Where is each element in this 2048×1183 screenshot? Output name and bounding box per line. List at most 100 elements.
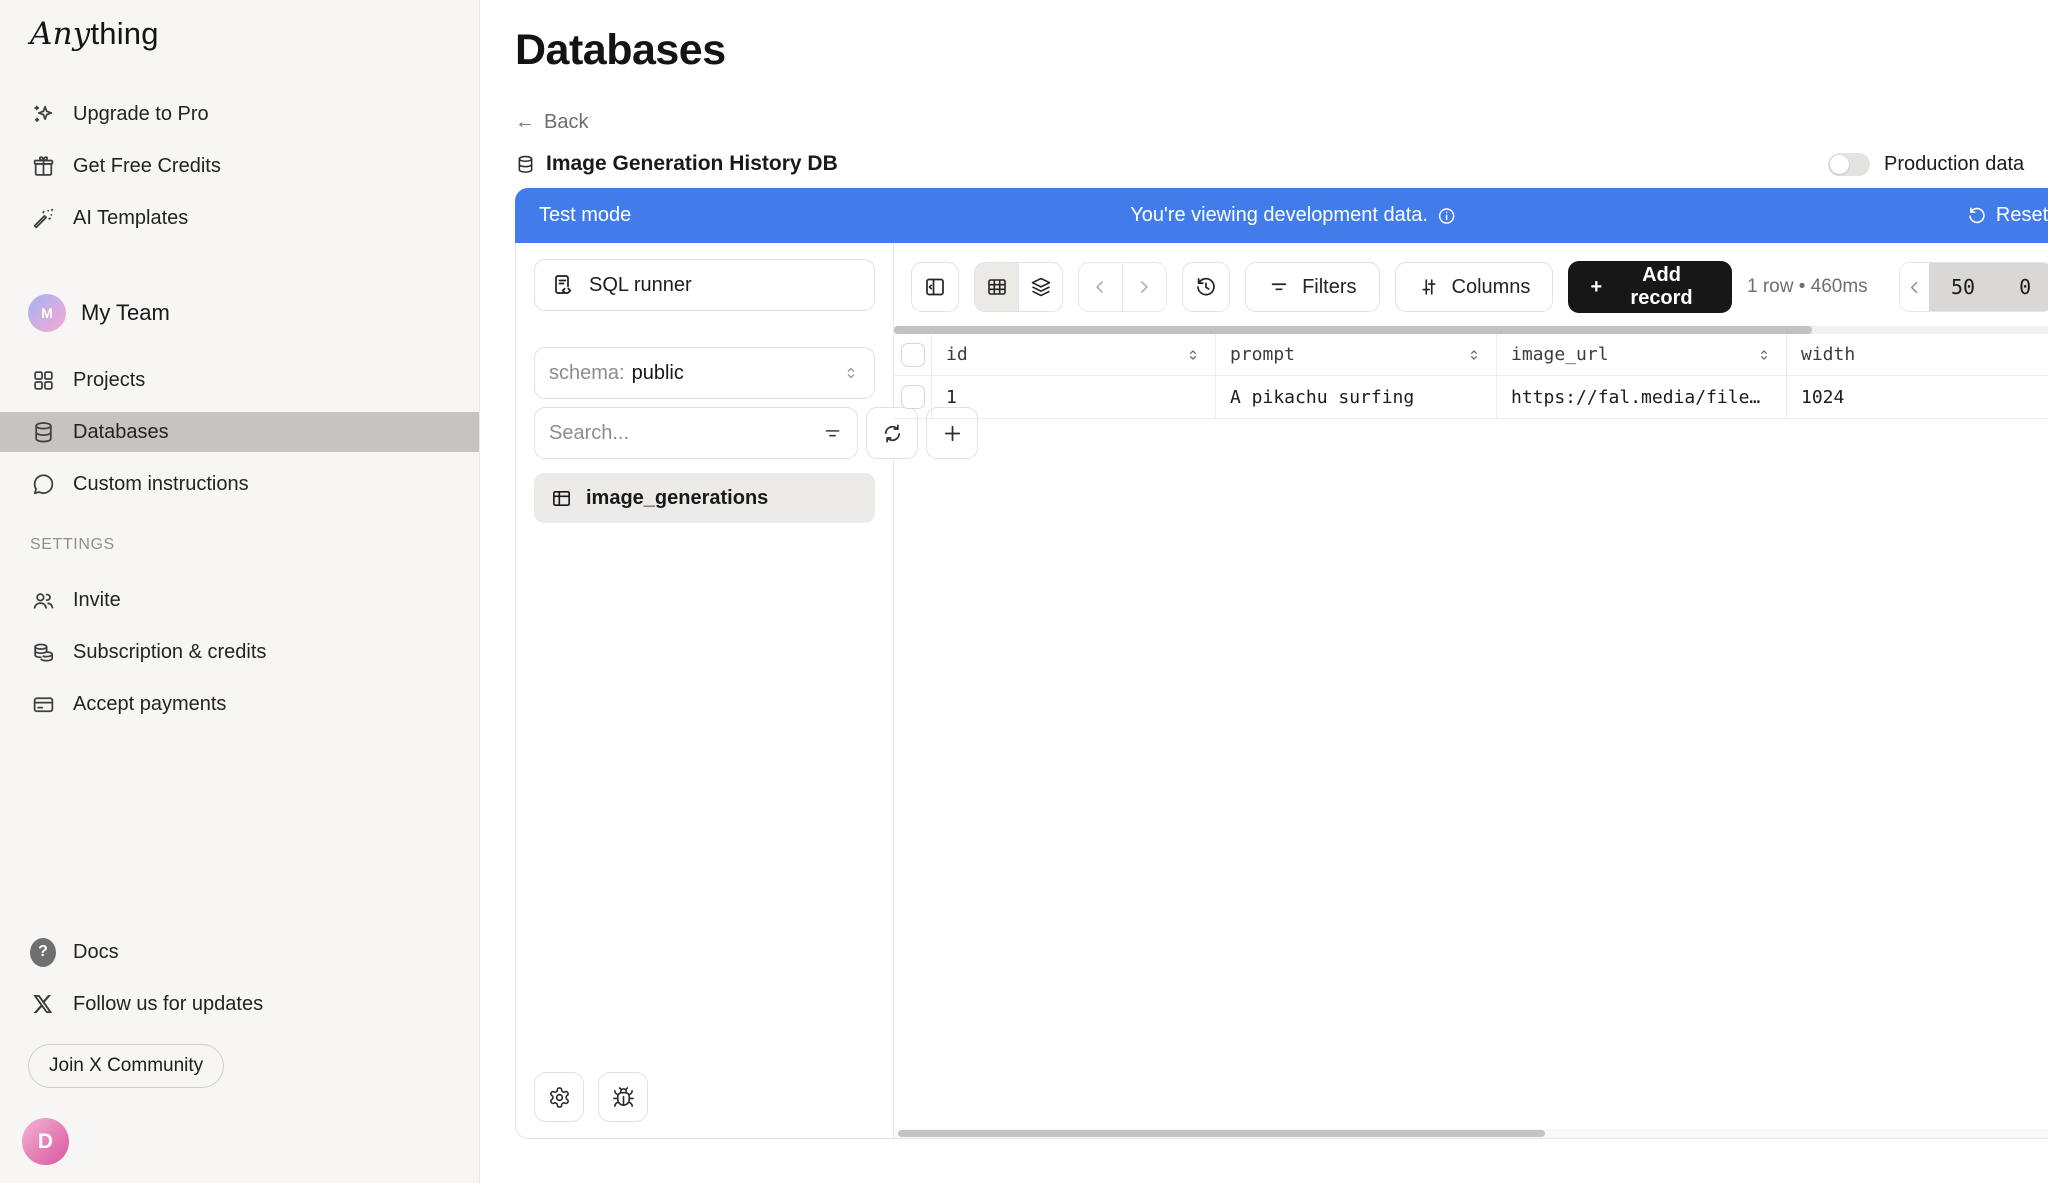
layers-view-button[interactable] [1018,263,1062,311]
page-prev-button[interactable] [1900,263,1929,311]
sidebar-item-custom-instructions[interactable]: Custom instructions [0,464,479,504]
brand-logo-italic: Any [30,16,90,52]
sql-runner-button[interactable]: SQL runner [534,259,875,311]
production-toggle-wrap: Production data ⋮ [1828,153,2048,176]
banner-message: You're viewing development data. [1130,204,1428,227]
toggle-knob [1830,155,1849,174]
table-icon [550,487,573,510]
schema-select[interactable]: schema: public [534,347,875,399]
table-search-box [534,407,858,459]
filters-label: Filters [1302,276,1356,299]
table-item-image-generations[interactable]: image_generations [534,473,875,523]
table-search-row [534,407,875,459]
kebab-menu-icon[interactable]: ⋮ [2038,154,2048,174]
magic-wand-icon [30,205,56,231]
tables-sidebar: SQL runner schema: public [516,243,894,1138]
database-name: Image Generation History DB [546,152,838,176]
nav-forward-button[interactable] [1122,263,1166,311]
add-record-label: Add record [1613,264,1710,310]
table-horizontal-scrollbar-top[interactable] [894,326,2048,334]
table-view-button[interactable] [975,263,1018,311]
cell-prompt[interactable]: A pikachu surfing [1216,376,1497,419]
sidebar-item-label: Follow us for updates [73,993,263,1016]
settings-button[interactable] [534,1072,584,1122]
sidebar-item-invite[interactable]: Invite [0,580,479,620]
collapse-sidebar-button[interactable] [911,262,959,312]
test-mode-label: Test mode [539,204,631,227]
table-search-input[interactable] [549,422,814,445]
row-checkbox[interactable] [901,385,925,409]
grid-icon [30,367,56,393]
sidebar: Anything Upgrade to Pro Get Free Credits… [0,0,480,1183]
sidebar-item-label: Docs [73,941,119,964]
column-header-image-url[interactable]: image_url [1497,334,1787,376]
table-header-row: id prompt image_url width [894,334,2048,376]
cell-id[interactable]: 1 [932,376,1216,419]
gift-icon [30,153,56,179]
brand-logo-regular: thing [90,16,158,51]
sidebar-item-label: Custom instructions [73,473,249,496]
back-arrow-icon: ← [515,111,535,134]
production-data-toggle[interactable] [1828,153,1870,176]
sidebar-item-label: AI Templates [73,207,188,230]
info-icon[interactable] [1437,206,1457,226]
sort-icon[interactable] [1466,347,1482,363]
database-icon [515,154,536,175]
filter-icon[interactable] [822,423,843,444]
brand-logo[interactable]: Anything [30,16,479,52]
team-name: My Team [81,300,170,326]
column-header-id[interactable]: id [932,334,1216,376]
column-header-width[interactable]: width [1787,334,2048,376]
user-avatar[interactable]: D [22,1118,69,1165]
panel-collapse-icon [923,275,947,299]
sql-runner-label: SQL runner [589,274,692,297]
page-size-value[interactable]: 50 [1929,275,1997,299]
add-record-button[interactable]: + Add record [1568,261,1732,313]
row-stats: 1 row • 460ms [1747,276,1868,298]
nav-back-button[interactable] [1079,263,1122,311]
sort-icon[interactable] [1185,347,1201,363]
history-clock-icon [1194,275,1218,299]
table-horizontal-scrollbar-bottom[interactable] [894,1129,2048,1138]
tables-sidebar-spacer [534,523,875,1072]
history-button[interactable] [1182,262,1230,312]
sidebar-item-projects[interactable]: Projects [0,360,479,400]
filters-button[interactable]: Filters [1245,262,1379,312]
tables-sidebar-footer [534,1072,875,1122]
pagination-control: 50 0 [1899,262,2048,312]
app-root: Anything Upgrade to Pro Get Free Credits… [0,0,2048,1183]
page-offset-value[interactable]: 0 [1997,275,2048,299]
sidebar-item-upgrade-to-pro[interactable]: Upgrade to Pro [0,94,479,134]
table-empty-space [894,419,2048,1129]
gear-icon [548,1086,571,1109]
table-item-label: image_generations [586,487,768,510]
sidebar-item-docs[interactable]: ? Docs [0,932,479,972]
sort-icon[interactable] [1756,347,1772,363]
database-header-row: Image Generation History DB Production d… [515,152,2048,176]
database-name-wrap: Image Generation History DB [515,152,838,176]
columns-button[interactable]: Columns [1395,262,1554,312]
database-icon [30,419,56,445]
scrollbar-thumb[interactable] [894,326,1812,334]
debug-button[interactable] [598,1072,648,1122]
team-switcher[interactable]: M My Team [28,294,479,332]
sidebar-item-follow-updates[interactable]: Follow us for updates [0,984,479,1024]
sidebar-item-ai-templates[interactable]: AI Templates [0,198,479,238]
sidebar-item-subscription-credits[interactable]: Subscription & credits [0,632,479,672]
back-link[interactable]: ← Back [515,111,588,134]
sidebar-item-get-free-credits[interactable]: Get Free Credits [0,146,479,186]
credit-card-icon [30,691,56,717]
cell-image-url[interactable]: https://fal.media/file… [1497,376,1787,419]
select-all-checkbox[interactable] [901,343,925,367]
users-icon [30,587,56,613]
cell-width[interactable]: 1024 [1787,376,2048,419]
column-header-prompt[interactable]: prompt [1216,334,1497,376]
join-x-community-button[interactable]: Join X Community [28,1044,224,1088]
chevrons-up-down-icon [842,364,860,382]
select-all-cell [894,334,932,376]
sidebar-item-accept-payments[interactable]: Accept payments [0,684,479,724]
sidebar-item-databases[interactable]: Databases [0,412,479,452]
reset-button[interactable]: Reset [1967,204,2048,227]
scrollbar-thumb[interactable] [898,1130,1545,1137]
banner-message-wrap: You're viewing development data. [1130,204,1457,227]
